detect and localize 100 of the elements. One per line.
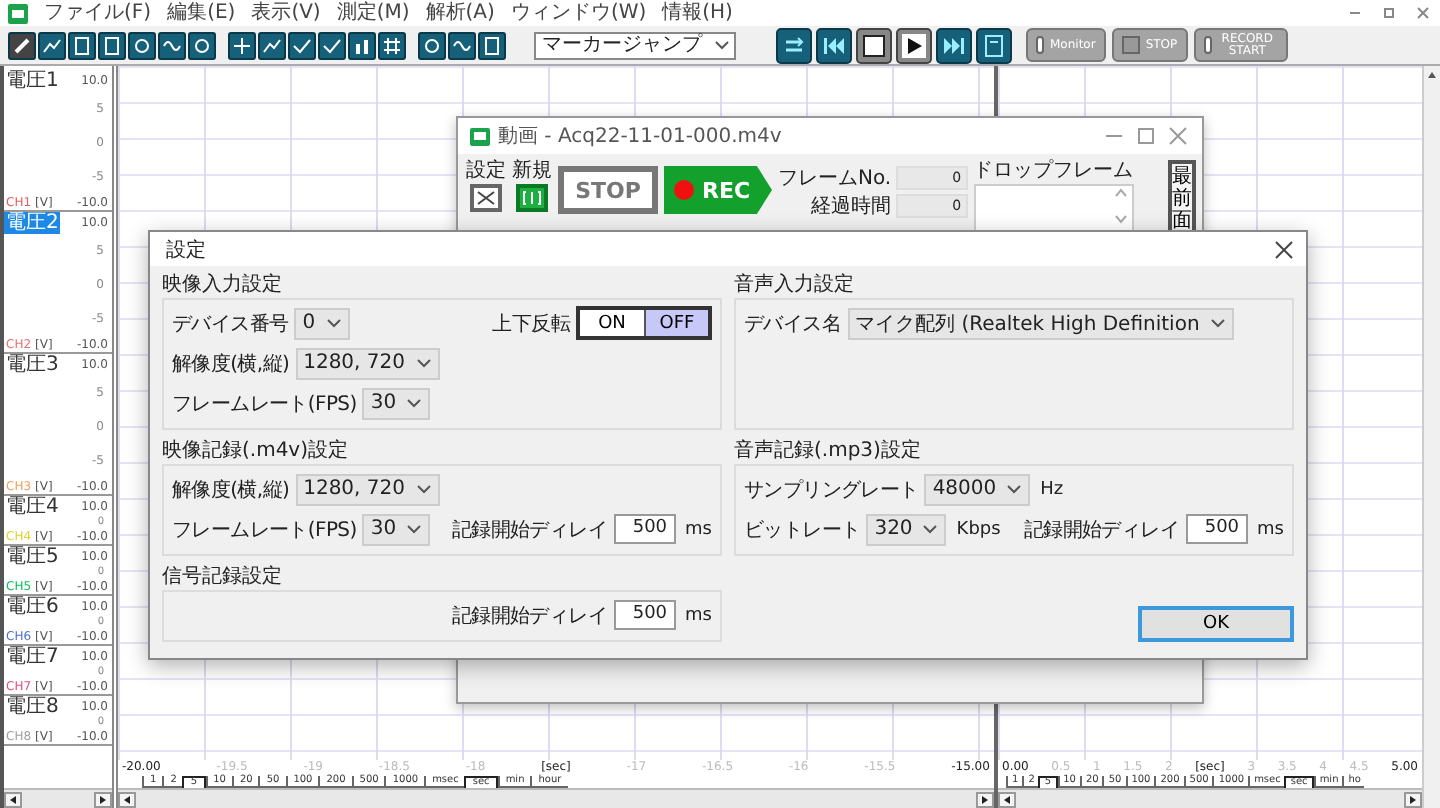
wave-icon[interactable] xyxy=(158,31,186,59)
bar-icon[interactable] xyxy=(348,31,376,59)
group-title: 信号記録設定 xyxy=(162,564,284,590)
channel-name[interactable]: 電圧2 xyxy=(4,212,61,234)
drop-frame-label: ドロップフレーム xyxy=(973,160,1134,182)
channel-name[interactable]: 電圧6 xyxy=(4,596,61,618)
stop-icon[interactable] xyxy=(856,27,892,63)
scroll-left-button[interactable] xyxy=(4,791,22,807)
x-box-icon[interactable] xyxy=(470,184,502,212)
screen-icon[interactable] xyxy=(976,27,1012,63)
readout-label: 経過時間 xyxy=(809,195,892,217)
scroll-left-button[interactable] xyxy=(998,791,1016,807)
menu-item[interactable]: 解析(A) xyxy=(425,1,495,25)
lamp-icon xyxy=(1036,36,1044,54)
caret-icon xyxy=(922,522,939,536)
scroll-left-button[interactable] xyxy=(118,791,136,807)
field-label: 解像度(横,縦) xyxy=(172,477,290,503)
lamp-icon xyxy=(1203,36,1212,54)
caret-icon xyxy=(415,356,431,370)
dropdown[interactable]: マイク配列 (Realtek High Definition xyxy=(847,307,1234,339)
unit-label: ms xyxy=(685,605,712,625)
marker-jump-dropdown[interactable]: マーカージャンプ xyxy=(534,31,736,59)
caret-icon xyxy=(1209,316,1226,330)
record-dot-icon xyxy=(674,180,694,200)
group-title: 映像入力設定 xyxy=(162,272,284,298)
loop-icon[interactable] xyxy=(776,27,812,63)
dropdown[interactable]: 1280, 720 xyxy=(295,347,439,379)
number-field[interactable]: 500 xyxy=(1185,514,1248,544)
line-chart-icon[interactable] xyxy=(38,31,66,59)
number-field[interactable]: 500 xyxy=(613,600,676,630)
drop-frame-list[interactable] xyxy=(973,184,1134,232)
skip-back-icon[interactable] xyxy=(816,27,852,63)
readout-label: フレームNo. xyxy=(778,167,892,189)
document-icon[interactable] xyxy=(68,31,96,59)
caret-icon xyxy=(406,396,423,410)
dropdown[interactable]: 30 xyxy=(362,387,431,419)
field-label: 解像度(横,縦) xyxy=(172,351,290,377)
scroll-right-button[interactable] xyxy=(94,791,112,807)
check-icon[interactable] xyxy=(288,31,316,59)
document-icon[interactable] xyxy=(478,31,506,59)
dropdown[interactable]: 320 xyxy=(866,513,947,545)
menu-item[interactable]: 情報(H) xyxy=(662,1,733,25)
scroll-right-button[interactable] xyxy=(976,791,994,807)
tool-label: 新規 xyxy=(512,160,552,182)
channel-name[interactable]: 電圧5 xyxy=(4,546,61,568)
menu-item[interactable]: ファイル(F) xyxy=(44,1,152,25)
square-icon xyxy=(1121,36,1140,54)
number-field[interactable]: 500 xyxy=(613,514,676,544)
channel-name[interactable]: 電圧4 xyxy=(4,496,61,518)
document-icon[interactable] xyxy=(98,31,126,59)
channel-name[interactable]: 電圧1 xyxy=(4,70,61,92)
check-icon[interactable] xyxy=(318,31,346,59)
window-title: 動画 - Acq22-11-01-000.m4v xyxy=(498,124,782,150)
field-label: ビットレート xyxy=(744,517,861,543)
field-label: デバイス名 xyxy=(744,311,842,337)
group-title: 音声入力設定 xyxy=(734,272,856,298)
pencil-icon[interactable] xyxy=(8,31,36,59)
maximize-icon xyxy=(1134,124,1158,148)
menu-item[interactable]: 測定(M) xyxy=(336,1,410,25)
toggle-option[interactable]: OFF xyxy=(644,310,708,336)
dropdown[interactable]: 30 xyxy=(362,513,431,545)
field-label: 記録開始ディレイ xyxy=(451,603,608,629)
caret-icon xyxy=(714,38,730,52)
skip-forward-icon[interactable] xyxy=(936,27,972,63)
field-label: 記録開始ディレイ xyxy=(1023,517,1180,543)
wave-icon[interactable] xyxy=(448,31,476,59)
toggle-option[interactable]: ON xyxy=(580,310,644,336)
app-icon xyxy=(470,127,490,145)
caret-icon xyxy=(406,522,423,536)
close-icon[interactable] xyxy=(1274,239,1294,259)
dialog-title: 設定 xyxy=(166,237,206,263)
caret-icon xyxy=(415,482,431,496)
dropdown[interactable]: 1280, 720 xyxy=(295,473,439,505)
frame-icon[interactable] xyxy=(516,184,548,212)
menu-item[interactable]: ウィンドウ(W) xyxy=(510,1,647,25)
play-icon[interactable] xyxy=(896,27,932,63)
stop-button[interactable]: STOP xyxy=(558,166,658,214)
grid-icon[interactable] xyxy=(378,31,406,59)
dropdown[interactable]: 0 xyxy=(294,307,350,339)
channel-name[interactable]: 電圧7 xyxy=(4,646,61,668)
field-label: サンプリングレート xyxy=(744,477,919,503)
group-title: 映像記録(.m4v)設定 xyxy=(162,438,351,464)
field-label: 記録開始ディレイ xyxy=(451,517,608,543)
field-label: 上下反転 xyxy=(492,311,570,337)
scroll-right-button[interactable] xyxy=(1404,791,1422,807)
tool-label: 設定 xyxy=(466,160,506,182)
menu-item[interactable]: 編集(E) xyxy=(167,1,236,25)
maximize-icon xyxy=(1380,4,1398,22)
unit-label: ms xyxy=(685,519,712,539)
dropdown[interactable]: 48000 xyxy=(924,473,1031,505)
field-label: デバイス番号 xyxy=(172,311,289,337)
unit-label: Kbps xyxy=(956,519,1001,539)
unit-label: Hz xyxy=(1040,479,1064,499)
line-chart-icon[interactable] xyxy=(258,31,286,59)
field-label: フレームレート(FPS) xyxy=(172,517,357,543)
plus-icon[interactable] xyxy=(228,31,256,59)
menu-item[interactable]: 表示(V) xyxy=(251,1,321,25)
ok-button[interactable]: OK xyxy=(1138,606,1294,642)
channel-name[interactable]: 電圧3 xyxy=(4,354,61,376)
channel-name[interactable]: 電圧8 xyxy=(4,696,61,718)
